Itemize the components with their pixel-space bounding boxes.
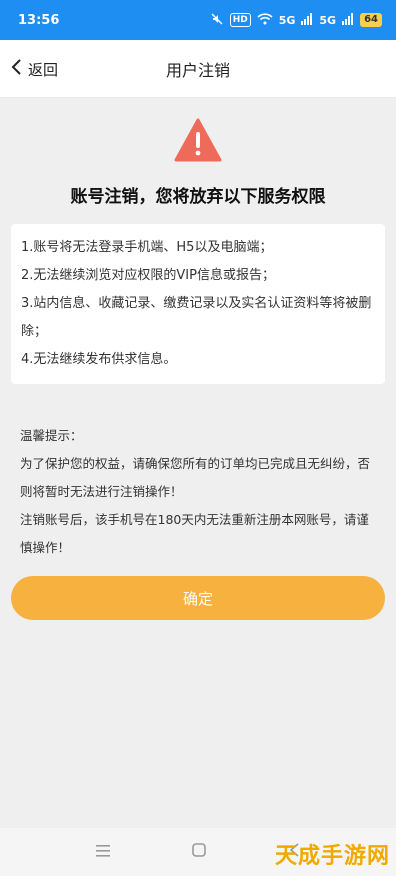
consequence-item: 3.站内信息、收藏记录、缴费记录以及实名认证资料等将被删除；: [21, 296, 372, 339]
back-label: 返回: [28, 60, 59, 79]
navigation-bar: 返回 用户注销: [0, 40, 396, 98]
signal-icon-1: [301, 12, 313, 28]
network-label-1: 5G: [278, 13, 296, 27]
consequence-item: 1.账号将无法登录手机端、H5以及电脑端；: [21, 240, 273, 255]
confirm-button[interactable]: 确定: [11, 576, 385, 620]
back-button[interactable]: 返回: [10, 40, 58, 98]
chevron-left-icon: [10, 59, 22, 79]
consequences-card: 1.账号将无法登录手机端、H5以及电脑端； 2.无法继续浏览对应权限的VIP信息…: [11, 224, 385, 384]
status-bar: 13:56 HD 5G 5G 64: [0, 0, 396, 40]
mute-icon: [210, 12, 224, 29]
warning-headline: 账号注销，您将放弃以下服务权限: [70, 187, 326, 207]
home-icon[interactable]: [191, 842, 207, 862]
signal-icon-2: [342, 12, 354, 28]
watermark: 天成手游网: [274, 844, 390, 869]
hd-badge: HD: [229, 13, 251, 27]
wifi-icon: [257, 12, 273, 28]
status-time: 13:56: [18, 12, 60, 28]
battery-indicator: 64: [360, 13, 382, 27]
network-label-2: 5G: [319, 13, 337, 27]
consequence-item: 4.无法继续发布供求信息。: [21, 352, 177, 367]
status-icons: HD 5G 5G 64: [210, 12, 382, 29]
menu-icon[interactable]: [95, 843, 111, 862]
page-title: 用户注销: [165, 60, 230, 80]
tips-section: 温馨提示： 为了保护您的权益，请确保您所有的订单均已完成且无纠纷，否则将暂时无法…: [20, 422, 380, 562]
consequence-item: 2.无法继续浏览对应权限的VIP信息或报告；: [21, 268, 275, 283]
tips-line: 为了保护您的权益，请确保您所有的订单均已完成且无纠纷，否则将暂时无法进行注销操作…: [20, 456, 371, 499]
tips-title: 温馨提示：: [20, 428, 83, 443]
tips-line: 注销账号后，该手机号在180天内无法重新注册本网账号，请谨慎操作！: [20, 512, 369, 555]
warning-icon: [174, 118, 222, 162]
